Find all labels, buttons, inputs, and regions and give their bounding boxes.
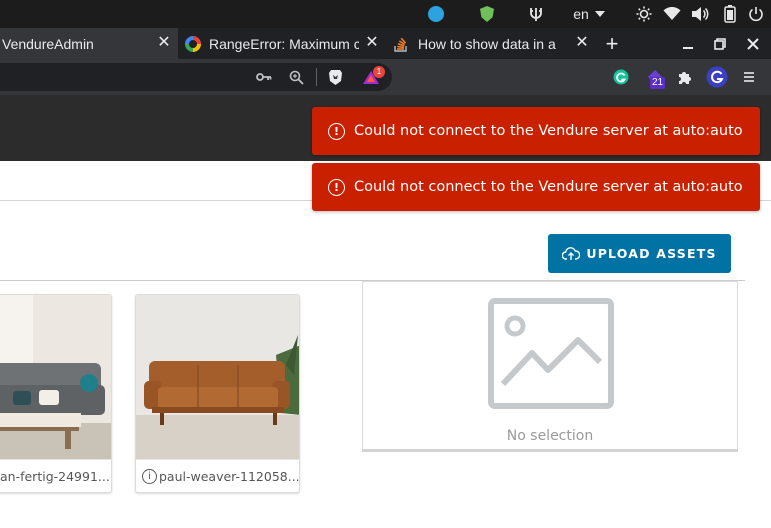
key-icon[interactable] (254, 59, 274, 95)
image-placeholder-icon (488, 298, 614, 409)
asset-name: an-fertig-24991... (0, 469, 110, 484)
restore-button[interactable] (704, 28, 736, 59)
volume-icon[interactable] (690, 0, 710, 28)
asset-preview-panel: No selection (362, 281, 738, 452)
battery-icon[interactable] (720, 0, 740, 28)
asset-name: paul-weaver-112058... (159, 469, 299, 484)
minimize-button[interactable] (672, 28, 704, 59)
tab-title: RangeError: Maximum call stack size exce… (209, 35, 359, 52)
extensions-puzzle-icon[interactable] (676, 59, 694, 95)
language-selector[interactable]: en (571, 0, 607, 28)
browser-tab-strip: VendureAdmin ✕ RangeError: Maximum call … (0, 28, 771, 59)
extension-badge: 21 (650, 77, 666, 89)
profile-avatar[interactable] (705, 59, 729, 95)
brightness-icon[interactable] (634, 0, 654, 28)
tab-title: How to show data in a (418, 35, 556, 52)
asset-caption: i paul-weaver-112058... (136, 459, 299, 492)
network-tray-icon[interactable] (526, 0, 546, 28)
os-top-bar: en (0, 0, 771, 28)
no-selection-label: No selection (506, 428, 594, 444)
power-icon[interactable] (746, 0, 766, 28)
stackoverflow-favicon-icon (394, 36, 408, 52)
zoom-icon[interactable] (286, 59, 306, 95)
close-icon[interactable]: ✕ (574, 35, 590, 51)
browser-toolbar: 1 21 (0, 59, 771, 95)
plus-icon: + (605, 30, 619, 56)
asset-thumbnail (0, 295, 111, 459)
asset-card[interactable]: i paul-weaver-112058... (135, 294, 300, 493)
asset-thumbnail (136, 295, 299, 459)
tab-how-to-show-data[interactable]: How to show data in a ✕ (386, 28, 596, 59)
wifi-icon[interactable] (662, 0, 682, 28)
upload-button-label: UPLOAD ASSETS (586, 246, 717, 261)
close-icon[interactable]: ✕ (156, 35, 172, 51)
browser-menu-icon[interactable] (740, 59, 758, 95)
asset-card[interactable]: an-fertig-24991... (0, 294, 112, 493)
extension-counter-icon[interactable]: 21 (642, 59, 668, 95)
notification-message: Could not connect to the Vendure server … (354, 123, 743, 139)
brave-rewards-icon[interactable]: 1 (359, 59, 385, 95)
chevron-down-icon (594, 11, 605, 17)
error-notification[interactable]: ! Could not connect to the Vendure serve… (312, 163, 760, 211)
toolbar-divider (315, 59, 317, 95)
notification-message: Could not connect to the Vendure server … (354, 179, 743, 195)
tab-range-error[interactable]: RangeError: Maximum call stack size exce… (178, 28, 386, 59)
cloud-upload-icon (562, 246, 581, 260)
telegram-icon[interactable] (427, 0, 445, 28)
info-icon[interactable]: i (142, 469, 157, 484)
grammarly-icon[interactable] (611, 59, 631, 95)
rewards-badge: 1 (373, 66, 385, 78)
asset-caption: an-fertig-24991... (0, 459, 111, 492)
tab-vendure-admin[interactable]: VendureAdmin ✕ (0, 28, 178, 59)
google-favicon-icon (185, 35, 201, 52)
close-icon[interactable]: ✕ (364, 35, 380, 51)
tab-title: VendureAdmin (2, 35, 94, 52)
upload-assets-button[interactable]: UPLOAD ASSETS (548, 234, 731, 273)
new-tab-button[interactable]: + (600, 28, 624, 59)
shield-icon[interactable] (478, 0, 496, 28)
language-label: en (573, 6, 589, 22)
error-notification[interactable]: ! Could not connect to the Vendure serve… (312, 107, 760, 155)
error-icon: ! (328, 178, 345, 196)
error-icon: ! (328, 122, 345, 140)
close-window-button[interactable] (737, 28, 769, 59)
brave-shields-icon[interactable] (326, 59, 344, 95)
